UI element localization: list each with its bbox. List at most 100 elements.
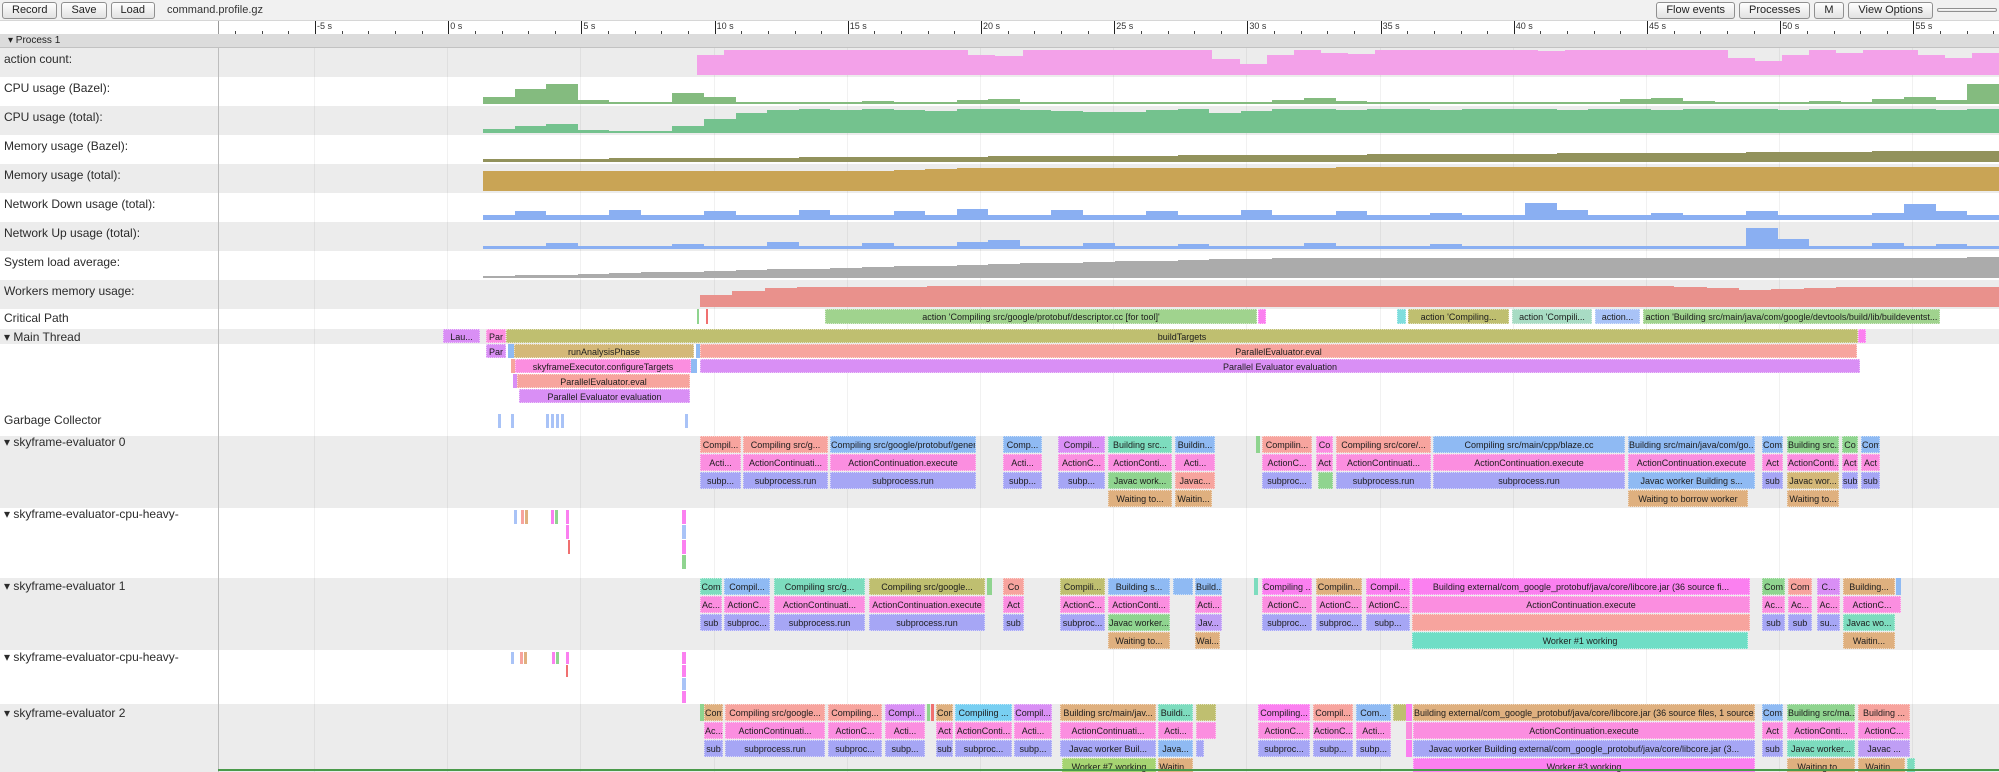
processes-button[interactable]: Processes — [1739, 2, 1810, 19]
trace-event-bar[interactable] — [524, 652, 527, 664]
trace-event-bar[interactable]: Compi... — [885, 704, 925, 721]
trace-event-bar[interactable]: Compiling src/core/... — [1336, 436, 1431, 453]
trace-event-bar[interactable]: ActionC... — [1843, 596, 1901, 613]
trace-event-bar[interactable]: Compil... — [1366, 578, 1410, 595]
trace-event-bar[interactable]: sub — [1861, 472, 1880, 489]
trace-event-bar[interactable]: ActionConti... — [955, 722, 1012, 739]
trace-event-bar[interactable]: ActionContinuation.execute — [1412, 596, 1750, 613]
trace-event-bar[interactable]: Waitin... — [1843, 632, 1895, 649]
m-button[interactable]: M — [1814, 2, 1844, 19]
trace-event-bar[interactable]: ActionC... — [1058, 454, 1105, 471]
trace-event-bar[interactable]: ActionConti... — [1108, 454, 1172, 471]
trace-event-bar[interactable] — [561, 414, 564, 428]
trace-event-bar[interactable] — [682, 510, 686, 524]
trace-event-bar[interactable] — [566, 525, 569, 539]
trace-event-bar[interactable]: Compiling src/google... — [869, 578, 985, 595]
trace-event-bar[interactable]: Wai... — [1195, 632, 1220, 649]
trace-event-bar[interactable]: Acti... — [1175, 454, 1215, 471]
trace-event-bar[interactable]: Building src/ma... — [1787, 704, 1855, 721]
trace-event-bar[interactable]: Building src/main/jav... — [1060, 704, 1156, 721]
trace-event-bar[interactable] — [566, 652, 569, 664]
trace-event-bar[interactable]: Ac... — [700, 596, 722, 613]
trace-event-bar[interactable]: Building external/com_google_protobuf/ja… — [1412, 578, 1750, 595]
trace-event-bar[interactable]: Compil... — [1058, 436, 1105, 453]
trace-event-bar[interactable] — [691, 359, 697, 373]
trace-event-bar[interactable] — [552, 652, 555, 664]
trace-event-bar[interactable]: Ac... — [1788, 596, 1812, 613]
track-label[interactable]: ▾ skyframe-evaluator 2 — [4, 706, 125, 720]
trace-event-bar[interactable]: Compiling... — [828, 704, 882, 721]
trace-event-bar[interactable] — [1896, 578, 1901, 595]
process-header[interactable]: ▾ Process 1 — [0, 34, 1999, 48]
trace-event-bar[interactable]: Act — [1003, 596, 1024, 613]
trace-event-bar[interactable]: Building... — [1843, 578, 1895, 595]
trace-event-bar[interactable]: sub — [704, 740, 723, 757]
trace-event-bar[interactable]: Acti... — [885, 722, 925, 739]
trace-event-bar[interactable]: Waiting to... — [1108, 632, 1170, 649]
trace-event-bar[interactable] — [1256, 436, 1260, 453]
trace-event-bar[interactable]: subproc... — [828, 740, 882, 757]
trace-event-bar[interactable]: Co — [1316, 436, 1333, 453]
trace-event-bar[interactable]: Building src... — [1108, 436, 1172, 453]
trace-event-bar[interactable]: su... — [1817, 614, 1840, 631]
extra-button[interactable] — [1937, 8, 1997, 12]
trace-event-bar[interactable] — [1196, 722, 1216, 739]
trace-event-bar[interactable] — [566, 665, 568, 677]
trace-event-bar[interactable]: action 'Compiling src/google/protobuf/de… — [825, 309, 1257, 324]
trace-event-bar[interactable]: ActionContinuation.execute — [1413, 722, 1755, 739]
trace-event-bar[interactable]: Building external/com_google_protobuf/ja… — [1413, 704, 1755, 721]
trace-event-bar[interactable]: Act — [936, 722, 953, 739]
trace-event-bar[interactable]: action 'Compili... — [1512, 309, 1592, 324]
memory-bazel-chart[interactable] — [483, 137, 1999, 162]
trace-event-bar[interactable]: Javac... — [1175, 472, 1215, 489]
trace-event-bar[interactable]: ActionContinuati... — [725, 722, 825, 739]
trace-event-bar[interactable]: Javac work... — [1108, 472, 1172, 489]
trace-event-bar[interactable] — [1196, 704, 1216, 721]
record-button[interactable]: Record — [2, 2, 57, 19]
load-button[interactable]: Load — [111, 2, 155, 19]
trace-event-bar[interactable]: Buildin... — [1175, 436, 1215, 453]
trace-event-bar[interactable]: Building src/main/java/com/go... — [1628, 436, 1755, 453]
trace-event-bar[interactable]: Par — [486, 344, 506, 358]
trace-event-bar[interactable] — [521, 510, 524, 524]
trace-event-bar[interactable]: ActionC... — [1316, 596, 1362, 613]
trace-event-bar[interactable]: subproc... — [955, 740, 1012, 757]
cpu-bazel-chart[interactable] — [483, 79, 1999, 104]
trace-event-bar[interactable] — [568, 540, 570, 554]
trace-event-bar[interactable] — [1173, 578, 1193, 595]
trace-event-bar[interactable]: Compil... — [724, 578, 770, 595]
trace-event-bar[interactable]: runAnalysisPhase — [514, 344, 694, 358]
trace-event-bar[interactable] — [1397, 309, 1406, 324]
trace-event-bar[interactable]: Compil... — [1014, 704, 1052, 721]
trace-event-bar[interactable] — [498, 414, 501, 428]
trace-event-bar[interactable]: Jav... — [1195, 614, 1222, 631]
trace-event-bar[interactable]: Compiling src/g... — [743, 436, 828, 453]
track-label[interactable]: ▾ skyframe-evaluator 1 — [4, 579, 125, 593]
trace-event-bar[interactable]: sub — [1762, 740, 1783, 757]
trace-event-bar[interactable]: ActionContinuation.execute — [869, 596, 985, 613]
trace-event-bar[interactable]: Compili... — [1060, 578, 1105, 595]
trace-event-bar[interactable]: C... — [1817, 578, 1840, 595]
trace-event-bar[interactable]: subprocess.run — [725, 740, 825, 757]
trace-event-bar[interactable] — [706, 309, 708, 324]
trace-event-bar[interactable]: Parallel Evaluator evaluation — [519, 389, 690, 403]
trace-event-bar[interactable]: subprocess.run — [1336, 472, 1431, 489]
trace-event-bar[interactable]: Javac worker Building s... — [1628, 472, 1755, 489]
trace-event-bar[interactable]: ActionConti... — [1787, 454, 1839, 471]
trace-event-bar[interactable]: sub — [1788, 614, 1812, 631]
flow-events-button[interactable]: Flow events — [1656, 2, 1735, 19]
trace-event-bar[interactable]: Co — [1842, 436, 1858, 453]
trace-event-bar[interactable]: Acti... — [1014, 722, 1052, 739]
trace-event-bar[interactable]: ActionContinuation.execute — [1628, 454, 1755, 471]
trace-event-bar[interactable]: subp... — [1058, 472, 1105, 489]
trace-event-bar[interactable]: Javac ... — [1858, 740, 1910, 757]
trace-event-bar[interactable]: Compiling ... — [1262, 578, 1312, 595]
trace-event-bar[interactable] — [1254, 578, 1258, 595]
trace-event-bar[interactable] — [566, 510, 569, 524]
trace-event-bar[interactable]: Compiling src/main/cpp/blaze.cc — [1433, 436, 1625, 453]
trace-event-bar[interactable]: sub — [1003, 614, 1024, 631]
trace-event-bar[interactable]: Compiling... — [1258, 704, 1310, 721]
trace-event-bar[interactable]: Ac... — [1762, 596, 1785, 613]
trace-event-bar[interactable]: Com... — [1356, 704, 1391, 721]
trace-event-bar[interactable] — [511, 414, 514, 428]
